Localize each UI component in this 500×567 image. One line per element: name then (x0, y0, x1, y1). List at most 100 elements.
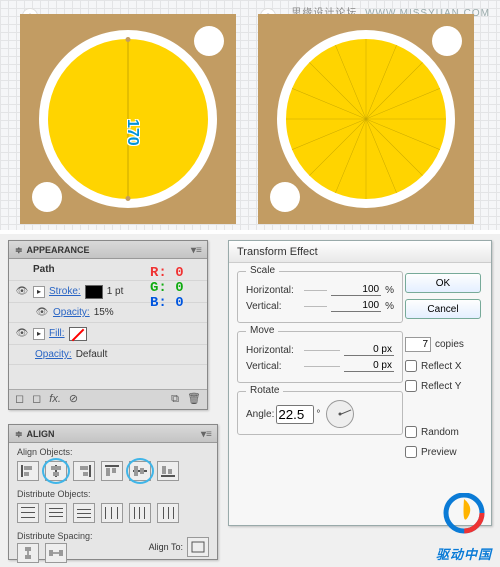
opacity-link[interactable]: Opacity: (35, 349, 72, 360)
align-left-btn[interactable] (17, 461, 39, 481)
visibility-icon[interactable]: 👁 (15, 286, 29, 297)
rgb-r: R: 0 (150, 266, 205, 281)
align-panel: ≑ALIGN ▾≡ Align Objects: Distribute Obje… (8, 424, 218, 560)
add-stroke-icon[interactable]: ◻ (15, 394, 24, 405)
logo-text: 驱动中国 (434, 544, 494, 563)
move-h-input[interactable] (344, 344, 394, 356)
dimension-label: 170 (123, 119, 141, 146)
fill-link[interactable]: Fill: (49, 328, 65, 339)
group-label: Scale (246, 265, 279, 276)
move-h-label: Horizontal: (246, 345, 300, 356)
pct: % (385, 301, 394, 312)
panel-menu-icon[interactable]: ▾≡ (191, 246, 201, 256)
group-label: Rotate (246, 385, 283, 396)
appearance-opacity-default-row[interactable]: Opacity: Default (9, 345, 207, 365)
cancel-button[interactable]: Cancel (405, 299, 481, 319)
align-to: Align To: (149, 537, 209, 557)
expand-icon[interactable]: ▸ (33, 328, 45, 340)
visibility-icon[interactable]: 👁 (35, 307, 49, 318)
stroke-weight[interactable]: 1 pt (107, 286, 124, 297)
align-top-btn[interactable] (101, 461, 123, 481)
pct: % (385, 285, 394, 296)
rotate-group: Rotate Angle: ° (237, 391, 403, 435)
appearance-fill-row[interactable]: 👁 ▸ Fill: (9, 323, 207, 345)
duplicate-icon[interactable]: ⧉ (171, 394, 179, 405)
angle-input[interactable] (276, 405, 314, 424)
segment-lines (286, 39, 446, 199)
distribute-spacing-row: Distribute Spacing: Align To: (9, 527, 217, 567)
dialog-title: Transform Effect (229, 241, 491, 263)
artboard-area: 思缘设计论坛 WWW.MISSYUAN.COM 1 2 170 (0, 0, 500, 230)
collapse-icon[interactable]: ≑ (15, 429, 23, 439)
move-v-label: Vertical: (246, 361, 300, 372)
align-right-btn[interactable] (73, 461, 95, 481)
move-v-input[interactable] (344, 360, 394, 372)
spacing-label: Distribute Spacing: (17, 531, 93, 541)
rgb-g: G: 0 (150, 281, 205, 296)
rgb-readout: R: 0 G: 0 B: 0 (150, 266, 205, 311)
dist-bottom-btn[interactable] (73, 503, 95, 523)
add-fill-icon[interactable]: ◻ (32, 394, 41, 405)
trash-icon[interactable]: 🗑 (187, 394, 201, 405)
align-objects-row (9, 457, 217, 485)
panel-title: ALIGN (27, 429, 55, 439)
panel-header[interactable]: ≑ APPEARANCE ▾≡ (9, 241, 207, 259)
scale-group: Scale Horizontal:% Vertical:% (237, 271, 403, 323)
ok-button[interactable]: OK (405, 273, 481, 293)
spacing-v-btn[interactable] (17, 543, 39, 563)
panel-header[interactable]: ≑ ALIGN ▾≡ (9, 425, 217, 443)
collapse-icon[interactable]: ≑ (15, 245, 23, 255)
transform-effect-dialog: Transform Effect Scale Horizontal:% Vert… (228, 240, 492, 526)
dist-hcenter-btn[interactable] (129, 503, 151, 523)
move-group: Move Horizontal: Vertical: (237, 331, 403, 383)
scale-v-label: Vertical: (246, 301, 300, 312)
artwork-step-2 (258, 14, 474, 224)
align-vcenter-btn[interactable] (129, 461, 151, 481)
deg: ° (316, 409, 320, 420)
preview-check[interactable]: Preview (405, 446, 481, 458)
dialog-side-column: OK Cancel copies Reflect X Reflect Y Ran… (405, 273, 481, 458)
logo-icon (434, 493, 494, 541)
align-bottom-btn[interactable] (157, 461, 179, 481)
distribute-objects-label: Distribute Objects: (9, 485, 217, 499)
random-check[interactable]: Random (405, 426, 481, 438)
dist-left-btn[interactable] (101, 503, 123, 523)
scale-v-input[interactable] (331, 300, 381, 312)
corner-hole (32, 182, 62, 212)
stroke-swatch[interactable] (85, 285, 103, 299)
copies-field: copies (405, 337, 481, 352)
visibility-icon[interactable]: 👁 (15, 328, 29, 339)
expand-icon[interactable]: ▸ (33, 286, 45, 298)
opacity-value: 15% (94, 307, 114, 318)
scale-h-label: Horizontal: (246, 285, 300, 296)
fill-swatch-none[interactable] (69, 327, 87, 341)
reflect-x-check[interactable]: Reflect X (405, 360, 481, 372)
reflect-y-check[interactable]: Reflect Y (405, 380, 481, 392)
group-label: Move (246, 325, 278, 336)
align-hcenter-btn[interactable] (45, 461, 67, 481)
appearance-footer: ◻ ◻ fx. ⊘ ⧉ 🗑 (9, 389, 207, 409)
opacity-default: Default (76, 349, 108, 360)
angle-label: Angle: (246, 409, 274, 420)
path-label: Path (33, 264, 55, 275)
dist-vcenter-btn[interactable] (45, 503, 67, 523)
dist-right-btn[interactable] (157, 503, 179, 523)
copies-input[interactable] (405, 337, 431, 352)
spacing-h-btn[interactable] (45, 543, 67, 563)
scale-h-input[interactable] (331, 284, 381, 296)
corner-hole (194, 26, 224, 56)
angle-dial[interactable] (326, 400, 354, 428)
stroke-link[interactable]: Stroke: (49, 286, 81, 297)
distribute-objects-row (9, 499, 217, 527)
fx-icon[interactable]: fx. (49, 394, 61, 405)
align-to-btn[interactable] (187, 537, 209, 557)
opacity-link[interactable]: Opacity: (53, 307, 90, 318)
site-logo: 驱动中国 (434, 493, 494, 563)
dist-top-btn[interactable] (17, 503, 39, 523)
panel-menu-icon[interactable]: ▾≡ (201, 430, 211, 440)
align-to-label: Align To: (149, 542, 183, 552)
panel-title: APPEARANCE (27, 245, 90, 255)
clear-icon[interactable]: ⊘ (69, 394, 78, 405)
rgb-b: B: 0 (150, 296, 205, 311)
artwork-step-1: 170 (20, 14, 236, 224)
